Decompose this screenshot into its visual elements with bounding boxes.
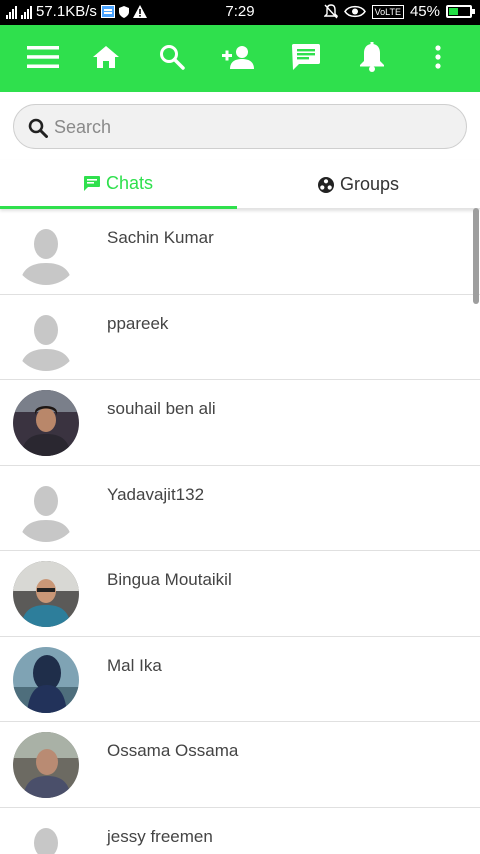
- more-vert-icon: [435, 45, 441, 69]
- avatar: [13, 475, 79, 542]
- tab-chats-label: Chats: [105, 172, 154, 193]
- avatar: [13, 561, 79, 627]
- contact-name: souhail ben ali: [107, 399, 216, 418]
- avatar: [13, 219, 79, 285]
- tab-groups-label: Groups: [339, 174, 400, 194]
- chat-icon: [292, 44, 320, 70]
- mute-icon: [323, 4, 338, 19]
- groups-icon: [317, 176, 334, 193]
- search-box[interactable]: [13, 104, 467, 149]
- status-bar: 57.1KB/s 7:29 VoLTE 45%: [0, 0, 480, 25]
- chat-list-item[interactable]: Bingua Moutaikil: [0, 551, 480, 637]
- add-user-icon: [222, 46, 254, 69]
- network-speed: 57.1KB/s: [36, 3, 97, 20]
- battery-percent: 45%: [409, 3, 440, 20]
- profile-photo: [13, 732, 79, 798]
- home-icon: [93, 46, 119, 68]
- contact-name: Mal Ika: [107, 655, 162, 675]
- chat-list-item[interactable]: Sachin Kumar: [0, 209, 480, 295]
- person-placeholder-icon: [13, 817, 79, 854]
- chat-list-item[interactable]: Ossama Ossama: [0, 722, 480, 808]
- avatar: [13, 817, 79, 854]
- alert-icon: [132, 5, 147, 18]
- scrollbar[interactable]: [473, 208, 479, 304]
- contact-name: Sachin Kumar: [107, 228, 214, 247]
- person-placeholder-icon: [13, 304, 79, 371]
- search-icon: [160, 45, 185, 70]
- chat-list-item[interactable]: ppareek: [0, 295, 480, 380]
- tab-groups[interactable]: Groups: [240, 160, 477, 209]
- profile-photo: [13, 390, 79, 456]
- avatar: [13, 646, 79, 713]
- chat-list-item[interactable]: souhail ben ali: [0, 380, 480, 466]
- contact-name: Yadavajit132: [107, 484, 205, 504]
- chat-list: Sachin Kumar ppareek souhail ben ali Yad…: [0, 209, 480, 854]
- app-toolbar: [0, 25, 480, 92]
- home-button[interactable]: [86, 37, 126, 77]
- search-input[interactable]: [54, 113, 454, 141]
- profile-photo: [13, 646, 79, 713]
- avatar: [13, 304, 79, 371]
- more-options-button[interactable]: [418, 37, 458, 77]
- volte-badge: VoLTE: [371, 4, 404, 19]
- eye-icon: [343, 5, 366, 18]
- menu-button[interactable]: [23, 37, 63, 77]
- avatar: [13, 732, 79, 798]
- status-right: VoLTE 45%: [323, 3, 475, 20]
- chat-list-item[interactable]: Mal Ika: [0, 637, 480, 722]
- shield-icon: [118, 5, 129, 18]
- chat-list-item[interactable]: jessy freemen: [0, 808, 480, 854]
- status-time: 7:29: [225, 3, 255, 20]
- contact-name: jessy freemen: [107, 826, 213, 846]
- battery-fill: [449, 8, 458, 15]
- chat-list-item[interactable]: Yadavajit132: [0, 466, 480, 551]
- contact-name: Bingua Moutaikil: [107, 570, 232, 589]
- contact-name: Ossama Ossama: [107, 741, 239, 760]
- search-icon: [28, 118, 48, 138]
- signal-icon-2: [21, 5, 32, 19]
- message-icon: [83, 175, 100, 191]
- tab-bar: Chats Groups: [0, 160, 480, 209]
- battery-icon: [446, 5, 475, 18]
- person-placeholder-icon: [13, 219, 79, 285]
- contact-name: ppareek: [107, 313, 169, 333]
- search-button[interactable]: [152, 37, 192, 77]
- signal-icon: [6, 5, 17, 19]
- profile-photo: [13, 561, 79, 627]
- notification-icon: [360, 42, 384, 72]
- chat-button[interactable]: [286, 37, 326, 77]
- person-placeholder-icon: [13, 475, 79, 542]
- data-icon: [100, 5, 115, 18]
- status-left: 57.1KB/s: [6, 3, 147, 20]
- tab-chats[interactable]: Chats: [0, 160, 237, 209]
- avatar: [13, 390, 79, 456]
- add-user-button[interactable]: [219, 37, 259, 77]
- menu-icon: [27, 46, 59, 68]
- notification-button[interactable]: [352, 37, 392, 77]
